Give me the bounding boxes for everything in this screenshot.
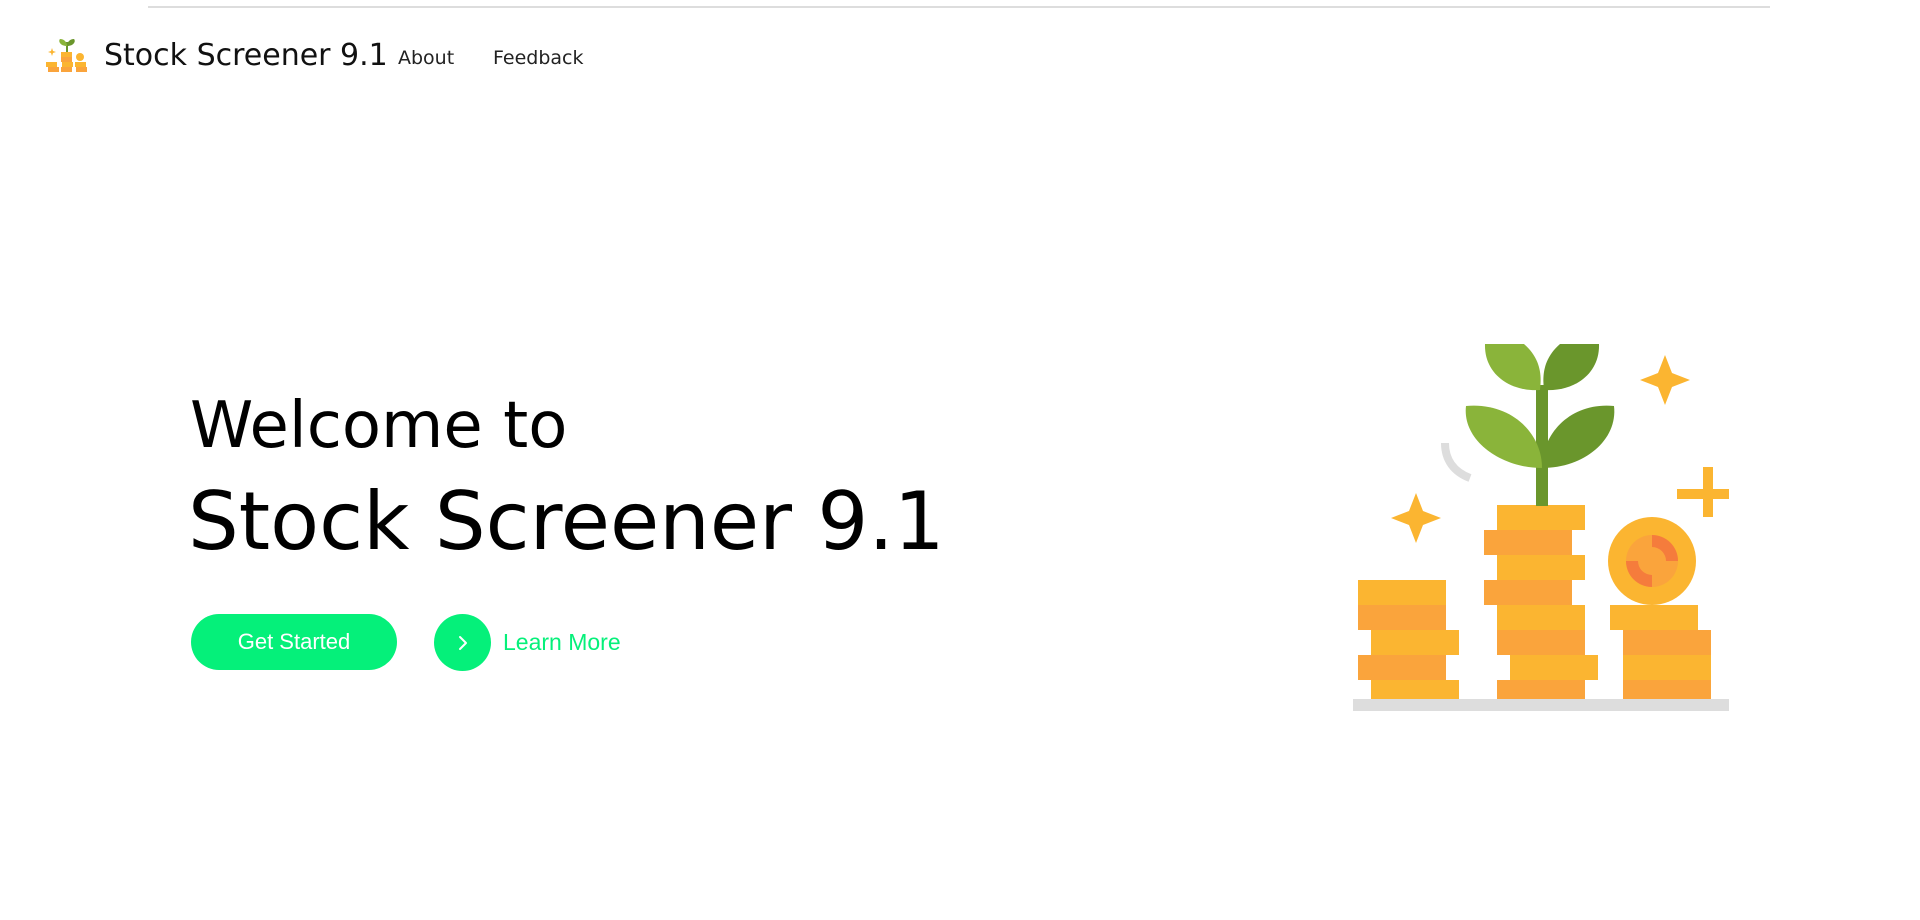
sparkle-icon <box>1391 493 1441 543</box>
brand-title[interactable]: Stock Screener 9.1 <box>104 38 388 74</box>
navbar: Stock Screener 9.1 About Feedback <box>0 0 1920 112</box>
nav-link-about[interactable]: About <box>398 46 454 70</box>
arc-decoration <box>1441 442 1472 482</box>
nav-link-feedback[interactable]: Feedback <box>493 46 583 70</box>
right-coin-stack <box>1610 605 1711 699</box>
learn-more-button[interactable] <box>434 614 491 671</box>
sparkle-icon <box>1640 355 1690 405</box>
coin-stack-plant-icon[interactable] <box>46 34 88 76</box>
hero-heading-welcome: Welcome to <box>190 389 568 463</box>
coin <box>1608 517 1696 605</box>
plant <box>1465 344 1615 506</box>
coin-stacks-plant-illustration <box>1353 344 1729 711</box>
left-coin-stack <box>1358 580 1459 699</box>
hero-heading-app-name: Stock Screener 9.1 <box>188 475 945 568</box>
get-started-button[interactable]: Get Started <box>191 614 397 670</box>
middle-coin-stack <box>1484 505 1598 699</box>
chevron-right-icon <box>458 635 467 650</box>
learn-more-link[interactable]: Learn More <box>503 629 621 655</box>
plus-icon <box>1677 467 1729 517</box>
ground-shadow <box>1353 699 1729 711</box>
